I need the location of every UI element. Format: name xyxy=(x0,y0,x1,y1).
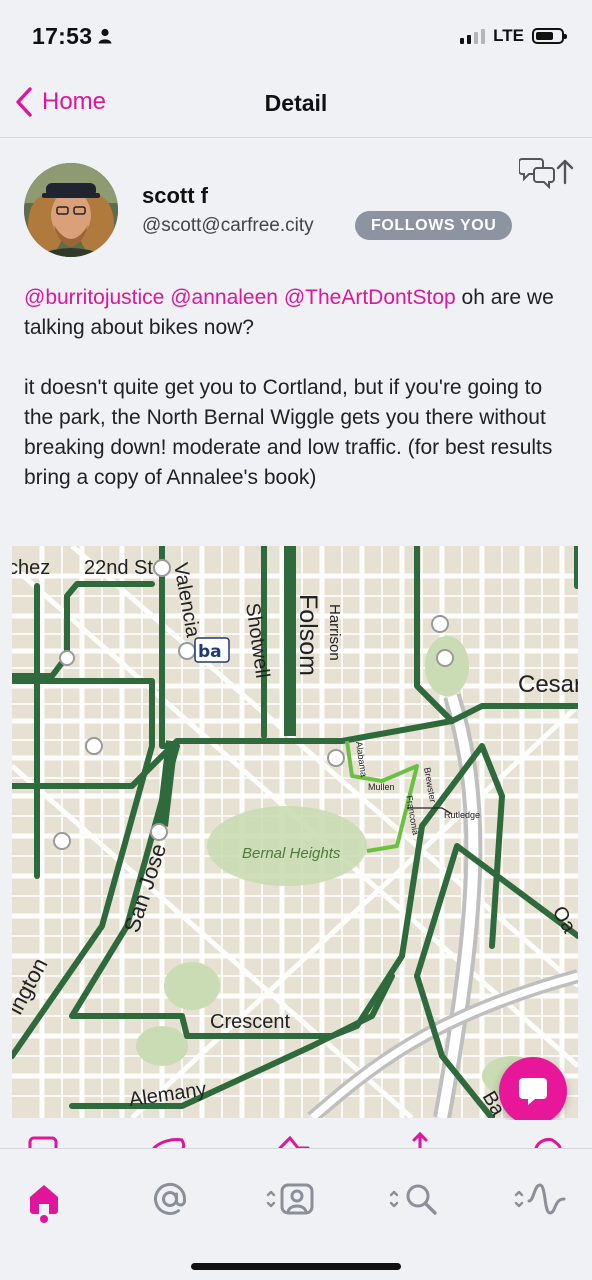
bart-logo: ba xyxy=(198,642,222,662)
mention-link[interactable]: @burritojustice xyxy=(24,286,164,309)
map-image[interactable]: ba chez 22nd St Valencia Shotwell Folsom… xyxy=(12,546,578,1118)
bike-map: ba chez 22nd St Valencia Shotwell Folsom… xyxy=(12,546,578,1118)
avatar-image xyxy=(24,163,118,257)
post-content: @burritojustice @annaleen @TheArtDontSto… xyxy=(24,283,569,523)
tab-bar xyxy=(0,1148,592,1280)
map-label-bernal-heights: Bernal Heights xyxy=(242,845,341,862)
mention-link[interactable]: @TheArtDontStop xyxy=(284,286,456,309)
map-label-cesar: Cesar xyxy=(518,671,578,698)
post-paragraph-2: it doesn't quite get you to Cortland, bu… xyxy=(24,376,553,489)
display-name[interactable]: scott f xyxy=(142,183,208,209)
map-label-harrison: Harrison xyxy=(326,604,343,661)
tab-activity[interactable] xyxy=(510,1169,570,1229)
tab-search[interactable] xyxy=(385,1169,445,1229)
status-time: 17:53 xyxy=(32,23,112,50)
post-paragraph-1: @burritojustice @annaleen @TheArtDontSto… xyxy=(24,283,569,343)
at-mention-icon xyxy=(154,1182,187,1215)
signal-icon xyxy=(460,28,486,44)
map-label-chez: chez xyxy=(12,557,50,579)
map-label-folsom: Folsom xyxy=(294,594,322,676)
map-label-mullen: Mullen xyxy=(368,782,395,792)
status-indicators: LTE xyxy=(460,26,567,46)
status-time-text: 17:53 xyxy=(32,22,93,49)
navigation-bar: Home Detail xyxy=(0,72,592,138)
search-switch-icon xyxy=(389,1184,437,1215)
tab-mentions[interactable] xyxy=(140,1169,200,1229)
person-icon xyxy=(98,28,112,44)
avatar[interactable] xyxy=(24,163,118,257)
status-bar: 17:53 LTE xyxy=(0,0,592,72)
page-title: Detail xyxy=(264,90,328,116)
tab-profile[interactable] xyxy=(262,1169,322,1229)
account-handle: @scott@carfree.city xyxy=(142,215,314,236)
map-label-crescent: Crescent xyxy=(210,1011,290,1033)
active-tab-indicator xyxy=(40,1215,48,1223)
compose-button[interactable] xyxy=(499,1057,567,1125)
follows-you-badge: FOLLOWS YOU xyxy=(355,211,513,240)
action-icons-peek xyxy=(28,1131,562,1148)
map-label-rutledge: Rutledge xyxy=(444,810,480,820)
compose-bubble-icon xyxy=(519,1078,547,1105)
map-label-22nd-st: 22nd St xyxy=(84,557,153,579)
home-indicator xyxy=(191,1263,401,1270)
thread-up-icon[interactable] xyxy=(519,155,575,189)
network-label: LTE xyxy=(493,26,524,45)
profile-switch-icon xyxy=(266,1183,314,1215)
activity-switch-icon xyxy=(514,1183,566,1215)
home-icon xyxy=(30,1185,58,1214)
post-actions-peek xyxy=(0,1120,592,1148)
mention-link[interactable]: @annaleen xyxy=(170,286,278,309)
battery-icon xyxy=(532,28,567,44)
